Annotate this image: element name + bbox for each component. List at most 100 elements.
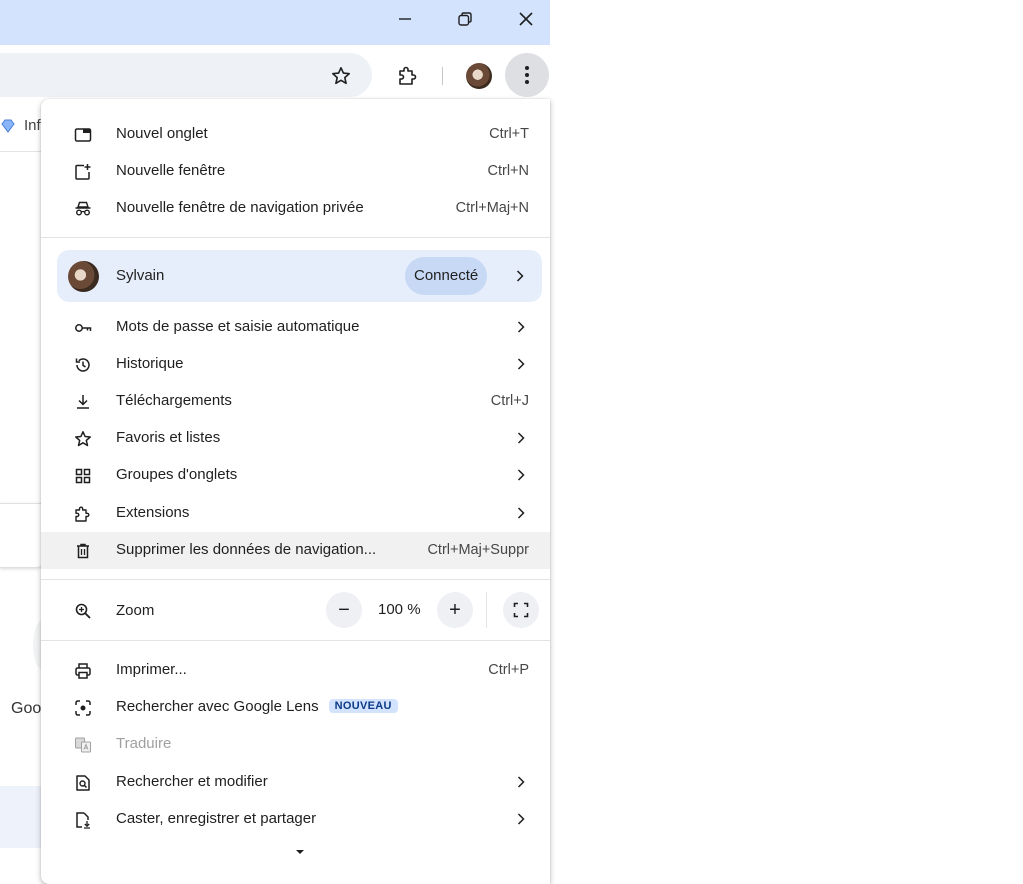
menu-item-shortcut: Ctrl+T: [489, 126, 529, 142]
menu-item-label: Mots de passe et saisie automatique: [116, 318, 360, 335]
menu-item-label: Caster, enregistrer et partager: [116, 810, 317, 827]
lens-icon: [75, 700, 91, 716]
menu-item-label: Nouvelle fenêtre de navigation privée: [116, 199, 364, 216]
address-bar[interactable]: [0, 53, 372, 97]
menu-item-shortcut: Ctrl+N: [487, 163, 530, 179]
new-badge: NOUVEAU: [328, 699, 398, 713]
menu-item-shortcut: Ctrl+J: [490, 393, 529, 409]
profile-avatar-button[interactable]: [466, 63, 492, 89]
menu-item-label: Historique: [116, 355, 184, 372]
menu-item-shortcut: Ctrl+P: [488, 662, 529, 678]
menu-item-translate[interactable]: Traduire: [41, 726, 550, 763]
minimize-button[interactable]: [375, 0, 435, 37]
zoom-out-button[interactable]: −: [326, 592, 362, 628]
menu-item-label: Téléchargements: [116, 392, 232, 409]
menu-item-new-window[interactable]: Nouvelle fenêtre Ctrl+N: [41, 153, 550, 190]
chevron-right-icon: [517, 358, 525, 370]
menu-item-cast[interactable]: Caster, enregistrer et partager: [41, 801, 550, 838]
menu-item-label: Rechercher et modifier: [116, 773, 268, 790]
menu-item-label: Zoom: [116, 602, 155, 619]
menu-item-history[interactable]: Historique: [41, 346, 550, 383]
menu-item-print[interactable]: Imprimer... Ctrl+P: [41, 652, 550, 689]
lens-label: Rechercher avec Google Lens: [116, 698, 319, 715]
profile-name: Sylvain: [116, 267, 165, 284]
menu-item-passwords[interactable]: Mots de passe et saisie automatique: [41, 309, 550, 346]
star-icon: [75, 431, 91, 447]
menu-separator: [41, 237, 550, 238]
menu-item-label: Imprimer...: [116, 661, 187, 678]
minimize-icon: [399, 17, 411, 20]
menu-item-clear-data[interactable]: Supprimer les données de navigation... C…: [41, 532, 550, 569]
menu-item-zoom: Zoom: [41, 592, 550, 629]
chevron-right-icon: [517, 432, 525, 444]
signed-in-badge[interactable]: Connecté: [405, 257, 488, 295]
menu-item-incognito[interactable]: Nouvelle fenêtre de navigation privée Ct…: [41, 190, 550, 227]
close-icon: [519, 11, 533, 26]
chrome-menu: Nouvel onglet Ctrl+T Nouvelle fenêtre Ct…: [41, 99, 550, 884]
zoom-in-button[interactable]: +: [437, 592, 473, 628]
puzzle-icon: [75, 506, 90, 522]
menu-item-new-tab[interactable]: Nouvel onglet Ctrl+T: [41, 116, 550, 153]
menu-item-label: Traduire: [116, 735, 172, 752]
menu-item-label: Nouvel onglet: [116, 125, 208, 142]
gem-icon: [0, 118, 16, 134]
restore-icon: [458, 11, 472, 26]
chevron-right-icon: [517, 469, 525, 481]
menu-item-label: Favoris et listes: [116, 429, 221, 446]
download-icon: [77, 395, 89, 409]
chevron-right-icon: [517, 507, 525, 519]
chrome-menu-button[interactable]: [505, 53, 549, 97]
grid-icon: [75, 468, 91, 484]
menu-item-label: Rechercher avec Google Lens NOUVEAU: [116, 698, 398, 715]
page-card: [0, 503, 43, 568]
incognito-icon: [75, 201, 91, 216]
menu-item-shortcut: Ctrl+Maj+N: [455, 200, 529, 216]
bookmark-label[interactable]: Inf: [24, 117, 41, 134]
fullscreen-button[interactable]: [503, 592, 539, 628]
avatar: [68, 261, 99, 292]
menu-item-label: Nouvelle fenêtre: [116, 162, 226, 179]
translate-icon: [75, 737, 91, 753]
menu-item-label: Supprimer les données de navigation...: [116, 541, 377, 558]
scroll-more-button[interactable]: [290, 847, 310, 857]
menu-separator: [41, 579, 550, 580]
close-window-button[interactable]: [496, 0, 556, 37]
menu-item-extensions[interactable]: Extensions: [41, 495, 550, 532]
new-window-icon: [75, 164, 91, 180]
menu-item-bookmarks[interactable]: Favoris et listes: [41, 420, 550, 457]
menu-separator: [41, 640, 550, 641]
menu-item-find-edit[interactable]: Rechercher et modifier: [41, 764, 550, 801]
title-bar: [0, 0, 550, 45]
key-icon: [75, 324, 92, 332]
chevron-right-icon: [517, 813, 525, 825]
bookmark-star-button[interactable]: [326, 61, 356, 91]
puzzle-icon: [399, 66, 417, 85]
trash-icon: [77, 543, 89, 559]
menu-item-downloads[interactable]: Téléchargements Ctrl+J: [41, 383, 550, 420]
menu-item-label: Groupes d'onglets: [116, 466, 238, 483]
zoom-in-icon: [75, 603, 91, 619]
extensions-button[interactable]: [393, 61, 423, 91]
menu-item-label: Extensions: [116, 504, 190, 521]
more-vert-icon: [525, 66, 529, 84]
chevron-right-icon: [517, 321, 525, 333]
find-in-page-icon: [76, 775, 90, 791]
cast-save-share-icon: [76, 812, 90, 829]
zoom-divider: [486, 592, 487, 628]
menu-item-tab-groups[interactable]: Groupes d'onglets: [41, 457, 550, 494]
restore-button[interactable]: [435, 0, 495, 37]
shortcut-tile-label[interactable]: Goo: [11, 700, 41, 718]
star-icon: [332, 67, 350, 85]
menu-item-google-lens[interactable]: Rechercher avec Google Lens NOUVEAU: [41, 689, 550, 726]
chevron-right-icon: [517, 776, 525, 788]
fullscreen-icon: [513, 602, 529, 618]
chevron-right-icon: [516, 270, 524, 282]
toolbar-divider: [442, 67, 443, 85]
history-icon: [75, 358, 90, 372]
menu-profile-row[interactable]: Sylvain Connecté: [57, 250, 542, 302]
page-banner: [0, 786, 42, 848]
minus-icon: −: [338, 599, 350, 621]
new-tab-icon: [74, 128, 92, 142]
zoom-level: 100 %: [378, 601, 421, 618]
browser-toolbar: [0, 45, 550, 105]
